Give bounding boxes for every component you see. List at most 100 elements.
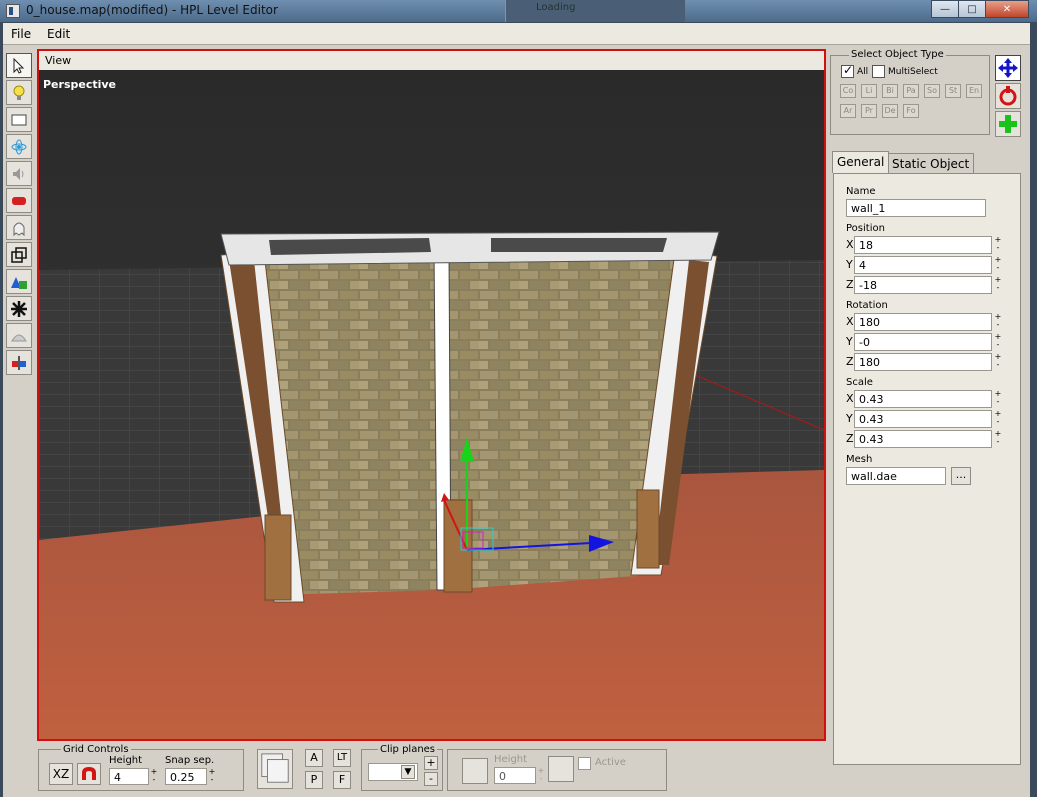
tool-static-object[interactable] xyxy=(6,188,32,213)
window-title-bar: 0_house.map(modified) - HPL Level Editor… xyxy=(0,0,1037,22)
clip-height-spinner[interactable]: + - xyxy=(537,767,545,785)
position-y-input[interactable]: 4 xyxy=(854,256,992,274)
joint-star-icon xyxy=(11,300,27,317)
rotation-z-spinner[interactable]: + - xyxy=(994,353,1002,371)
clip-plane-select[interactable]: ▼ xyxy=(368,763,418,781)
view-a-button[interactable]: A xyxy=(305,749,323,767)
clip-plane-side-button[interactable] xyxy=(548,756,574,782)
scale-z-axis-label: Z xyxy=(846,432,854,445)
select-arrow-icon xyxy=(13,57,25,74)
type-button-de[interactable]: De xyxy=(882,104,898,118)
wall-top-shadow-right xyxy=(491,238,667,252)
grid-plane-button[interactable]: XZ xyxy=(49,763,73,785)
rotation-label: Rotation xyxy=(846,300,888,311)
clip-plane-normal-button[interactable] xyxy=(462,758,488,784)
scale-y-input[interactable]: 0.43 xyxy=(854,410,992,428)
view-panel: View Perspective xyxy=(37,49,826,741)
snap-sep-input[interactable]: 0.25 xyxy=(165,768,207,785)
type-button-so[interactable]: So xyxy=(924,84,940,98)
add-clip-plane-button[interactable]: + xyxy=(424,756,438,770)
menu-file[interactable]: File xyxy=(11,27,31,41)
clip-active-checkbox[interactable] xyxy=(578,757,591,770)
base-block-right xyxy=(636,489,660,569)
tool-area[interactable] xyxy=(6,242,32,267)
rotation-x-spinner[interactable]: + - xyxy=(994,313,1002,331)
tool-primitive[interactable] xyxy=(6,269,32,294)
tab-static-object[interactable]: Static Object xyxy=(887,153,975,174)
rotation-z-input[interactable]: 180 xyxy=(854,353,992,371)
tool-particles[interactable] xyxy=(6,134,32,159)
tool-select[interactable] xyxy=(6,53,32,78)
tool-compound[interactable] xyxy=(6,350,32,375)
name-label: Name xyxy=(846,186,876,197)
clip-active-label: Active xyxy=(595,757,626,768)
type-button-pa[interactable]: Pa xyxy=(903,84,919,98)
rotation-y-spinner[interactable]: + - xyxy=(994,333,1002,351)
mesh-input[interactable]: wall.dae xyxy=(846,467,946,485)
background-window: Loading xyxy=(505,0,685,22)
tab-general[interactable]: General xyxy=(832,151,890,173)
type-button-st[interactable]: St xyxy=(945,84,961,98)
maximize-button[interactable]: □ xyxy=(958,0,986,18)
particle-icon xyxy=(11,139,27,154)
clip-height-input[interactable]: 0 xyxy=(494,767,536,784)
type-button-bi[interactable]: Bi xyxy=(882,84,898,98)
position-z-input[interactable]: -18 xyxy=(854,276,992,294)
scale-z-spinner[interactable]: + - xyxy=(994,430,1002,448)
scale-z-input[interactable]: 0.43 xyxy=(854,430,992,448)
type-button-en[interactable]: En xyxy=(966,84,982,98)
multiselect-checkbox[interactable] xyxy=(872,65,885,78)
position-label: Position xyxy=(846,223,885,234)
position-z-spinner[interactable]: + - xyxy=(994,276,1002,294)
mesh-browse-button[interactable]: ... xyxy=(951,467,971,485)
entity-ghost-icon xyxy=(13,222,25,236)
general-tab-panel: Name wall_1 Position X 18 + - Y 4 + - Z -1… xyxy=(833,173,1021,765)
name-input[interactable]: wall_1 xyxy=(846,199,986,217)
type-button-pr[interactable]: Pr xyxy=(861,104,877,118)
translate-mode-button[interactable] xyxy=(995,55,1021,81)
position-z-axis-label: Z xyxy=(846,278,854,291)
snap-sep-spinner[interactable]: + - xyxy=(208,768,216,786)
menu-edit[interactable]: Edit xyxy=(47,27,70,41)
type-button-co[interactable]: Co xyxy=(840,84,856,98)
rotate-mode-button[interactable] xyxy=(995,83,1021,109)
clip-planes-title: Clip planes xyxy=(378,744,438,755)
scale-x-input[interactable]: 0.43 xyxy=(854,390,992,408)
sound-icon xyxy=(13,167,24,180)
tool-sound[interactable] xyxy=(6,161,32,186)
grid-controls-group: Grid Controls XZ Height 4 + - Snap sep. 0… xyxy=(38,744,244,791)
scale-x-spinner[interactable]: + - xyxy=(994,390,1002,408)
tool-entity[interactable] xyxy=(6,215,32,240)
grid-height-spinner[interactable]: + - xyxy=(150,768,158,786)
snap-magnet-button[interactable] xyxy=(77,763,101,785)
view-f-button[interactable]: F xyxy=(333,771,351,789)
position-x-input[interactable]: 18 xyxy=(854,236,992,254)
tool-billboard[interactable] xyxy=(6,107,32,132)
view-p-button[interactable]: P xyxy=(305,771,323,789)
close-button[interactable]: ✕ xyxy=(985,0,1029,18)
minimize-button[interactable]: — xyxy=(931,0,959,18)
remove-clip-plane-button[interactable]: - xyxy=(424,772,438,786)
select-object-type-title: Select Object Type xyxy=(849,49,946,60)
view-layout-button[interactable] xyxy=(257,749,293,789)
type-button-fo[interactable]: Fo xyxy=(903,104,919,118)
type-button-ar[interactable]: Ar xyxy=(840,104,856,118)
tool-light[interactable] xyxy=(6,80,32,105)
scale-mode-button[interactable] xyxy=(995,111,1021,137)
scale-y-spinner[interactable]: + - xyxy=(994,410,1002,428)
select-object-type-group: Select Object Type All MultiSelect Co Li… xyxy=(830,49,990,135)
view-lt-button[interactable]: LT xyxy=(333,749,351,767)
position-x-spinner[interactable]: + - xyxy=(994,236,1002,254)
rotation-y-input[interactable]: -0 xyxy=(854,333,992,351)
type-button-li[interactable]: Li xyxy=(861,84,877,98)
all-checkbox[interactable] xyxy=(841,63,854,78)
grid-height-input[interactable]: 4 xyxy=(109,768,149,785)
rotation-x-input[interactable]: 180 xyxy=(854,313,992,331)
tool-joint[interactable] xyxy=(6,296,32,321)
primitive-shapes-icon xyxy=(11,276,27,289)
position-y-spinner[interactable]: + - xyxy=(994,256,1002,274)
3d-viewport[interactable]: Perspective xyxy=(39,70,824,739)
area-cube-icon xyxy=(11,246,27,263)
tool-decal[interactable] xyxy=(6,323,32,348)
bottom-toolbar: Grid Controls XZ Height 4 + - Snap sep. 0… xyxy=(35,743,1025,795)
